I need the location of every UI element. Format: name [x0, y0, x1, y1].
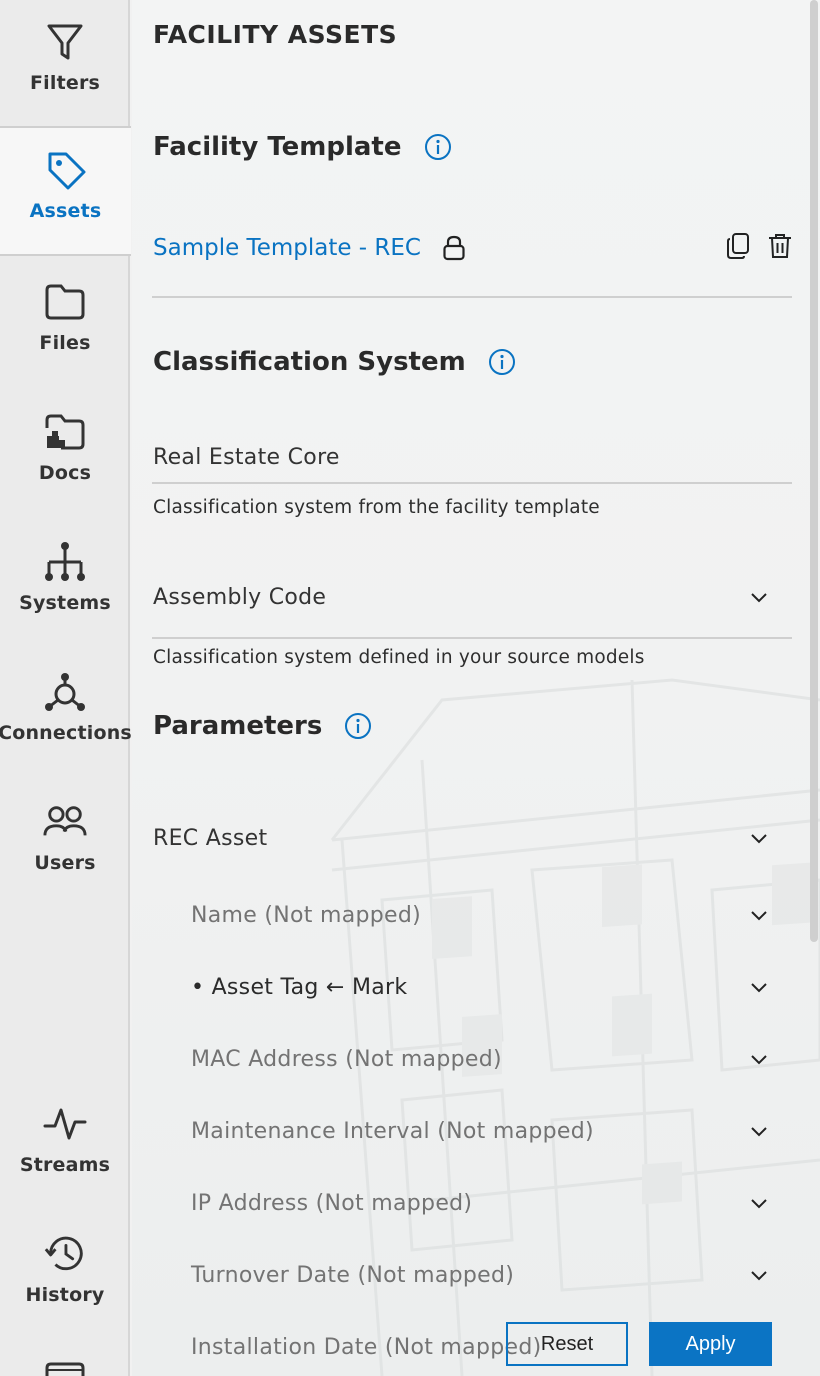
nav-item-files[interactable]: Files: [0, 260, 130, 390]
parameter-row[interactable]: • Asset Tag ← Mark: [191, 967, 793, 1007]
parameter-label: IP Address (Not mapped): [191, 1190, 473, 1216]
nav-label: Filters: [29, 72, 101, 94]
template-classification-field: Real Estate Core: [153, 432, 793, 482]
info-icon[interactable]: [424, 133, 452, 161]
nav-label: Docs: [38, 462, 92, 484]
lock-icon: [441, 235, 467, 261]
users-icon: [43, 800, 87, 844]
model-classification-help: Classification system defined in your so…: [153, 647, 645, 668]
apply-button[interactable]: Apply: [649, 1322, 772, 1366]
chevron-down-icon: [749, 587, 769, 607]
copy-icon[interactable]: [725, 232, 751, 260]
parameter-row[interactable]: Name (Not mapped): [191, 895, 793, 935]
history-icon: [43, 1232, 87, 1276]
chevron-down-icon: [749, 1265, 769, 1285]
parameters-section-header: Parameters: [153, 711, 372, 741]
template-classification-help: Classification system from the facility …: [153, 497, 600, 518]
panel-title: FACILITY ASSETS: [153, 20, 398, 49]
left-nav-rail: Filters Assets Files Docs Systems Connec…: [0, 0, 132, 1376]
parameter-group-label: REC Asset: [153, 825, 268, 851]
nav-item-systems[interactable]: Systems: [0, 520, 130, 650]
facility-assets-panel: FACILITY ASSETS Facility Template Sample…: [132, 0, 820, 1376]
chevron-down-icon: [749, 1121, 769, 1141]
parameter-group-rec-asset[interactable]: REC Asset: [153, 818, 793, 858]
template-row: Sample Template - REC: [153, 230, 793, 266]
model-classification-select[interactable]: Assembly Code: [153, 572, 793, 622]
info-icon[interactable]: [344, 712, 372, 740]
hierarchy-icon: [43, 540, 87, 584]
field-underline: [152, 482, 792, 484]
parameter-row[interactable]: Turnover Date (Not mapped): [191, 1255, 793, 1295]
nav-label: Connections: [0, 722, 132, 744]
connections-icon: [43, 670, 87, 714]
nav-label: Streams: [19, 1154, 111, 1176]
nav-item-filters[interactable]: Filters: [0, 0, 130, 130]
nav-item-history[interactable]: History: [0, 1212, 130, 1342]
classification-section-header: Classification System: [153, 347, 516, 377]
nav-item-more[interactable]: [0, 1352, 130, 1376]
parameter-label: Maintenance Interval (Not mapped): [191, 1118, 594, 1144]
nav-item-users[interactable]: Users: [0, 780, 130, 910]
template-classification-value: Real Estate Core: [153, 444, 340, 470]
template-link[interactable]: Sample Template - REC: [153, 235, 421, 261]
nav-label: Assets: [29, 200, 102, 222]
nav-item-docs[interactable]: Docs: [0, 390, 130, 520]
model-classification-value: Assembly Code: [153, 584, 327, 610]
card-icon: [43, 1362, 87, 1376]
chevron-down-icon: [749, 905, 769, 925]
parameters-heading: Parameters: [153, 711, 323, 741]
parameter-label: Turnover Date (Not mapped): [191, 1262, 515, 1288]
parameter-label: MAC Address (Not mapped): [191, 1046, 502, 1072]
divider: [152, 296, 792, 298]
template-actions: [725, 232, 793, 260]
parameter-row[interactable]: Maintenance Interval (Not mapped): [191, 1111, 793, 1151]
facility-template-heading: Facility Template: [153, 132, 402, 162]
facility-template-section-header: Facility Template: [153, 132, 452, 162]
trash-icon[interactable]: [767, 232, 793, 260]
nav-label: History: [25, 1284, 105, 1306]
nav-label: Users: [34, 852, 96, 874]
tag-icon: [44, 148, 88, 192]
panel-scrollbar[interactable]: [810, 0, 818, 942]
parameter-row[interactable]: MAC Address (Not mapped): [191, 1039, 793, 1079]
nav-item-connections[interactable]: Connections: [0, 650, 132, 780]
parameter-label: Installation Date (Not mapped): [191, 1334, 542, 1360]
parameter-row[interactable]: IP Address (Not mapped): [191, 1183, 793, 1223]
nav-label: Systems: [19, 592, 111, 614]
classification-heading: Classification System: [153, 347, 466, 377]
folder-icon: [43, 280, 87, 324]
nav-item-streams[interactable]: Streams: [0, 1082, 130, 1212]
parameter-label: • Asset Tag ← Mark: [191, 974, 408, 1000]
pulse-icon: [43, 1102, 87, 1146]
filter-icon: [43, 20, 87, 64]
info-icon[interactable]: [488, 348, 516, 376]
docs-folder-icon: [43, 410, 87, 454]
chevron-down-icon: [749, 828, 769, 848]
nav-label: Files: [39, 332, 91, 354]
chevron-down-icon: [749, 977, 769, 997]
parameter-label: Name (Not mapped): [191, 902, 422, 928]
chevron-down-icon: [749, 1193, 769, 1213]
chevron-down-icon: [749, 1049, 769, 1069]
field-underline: [152, 637, 792, 639]
reset-button[interactable]: Reset: [506, 1322, 628, 1366]
nav-item-assets[interactable]: Assets: [0, 126, 131, 256]
